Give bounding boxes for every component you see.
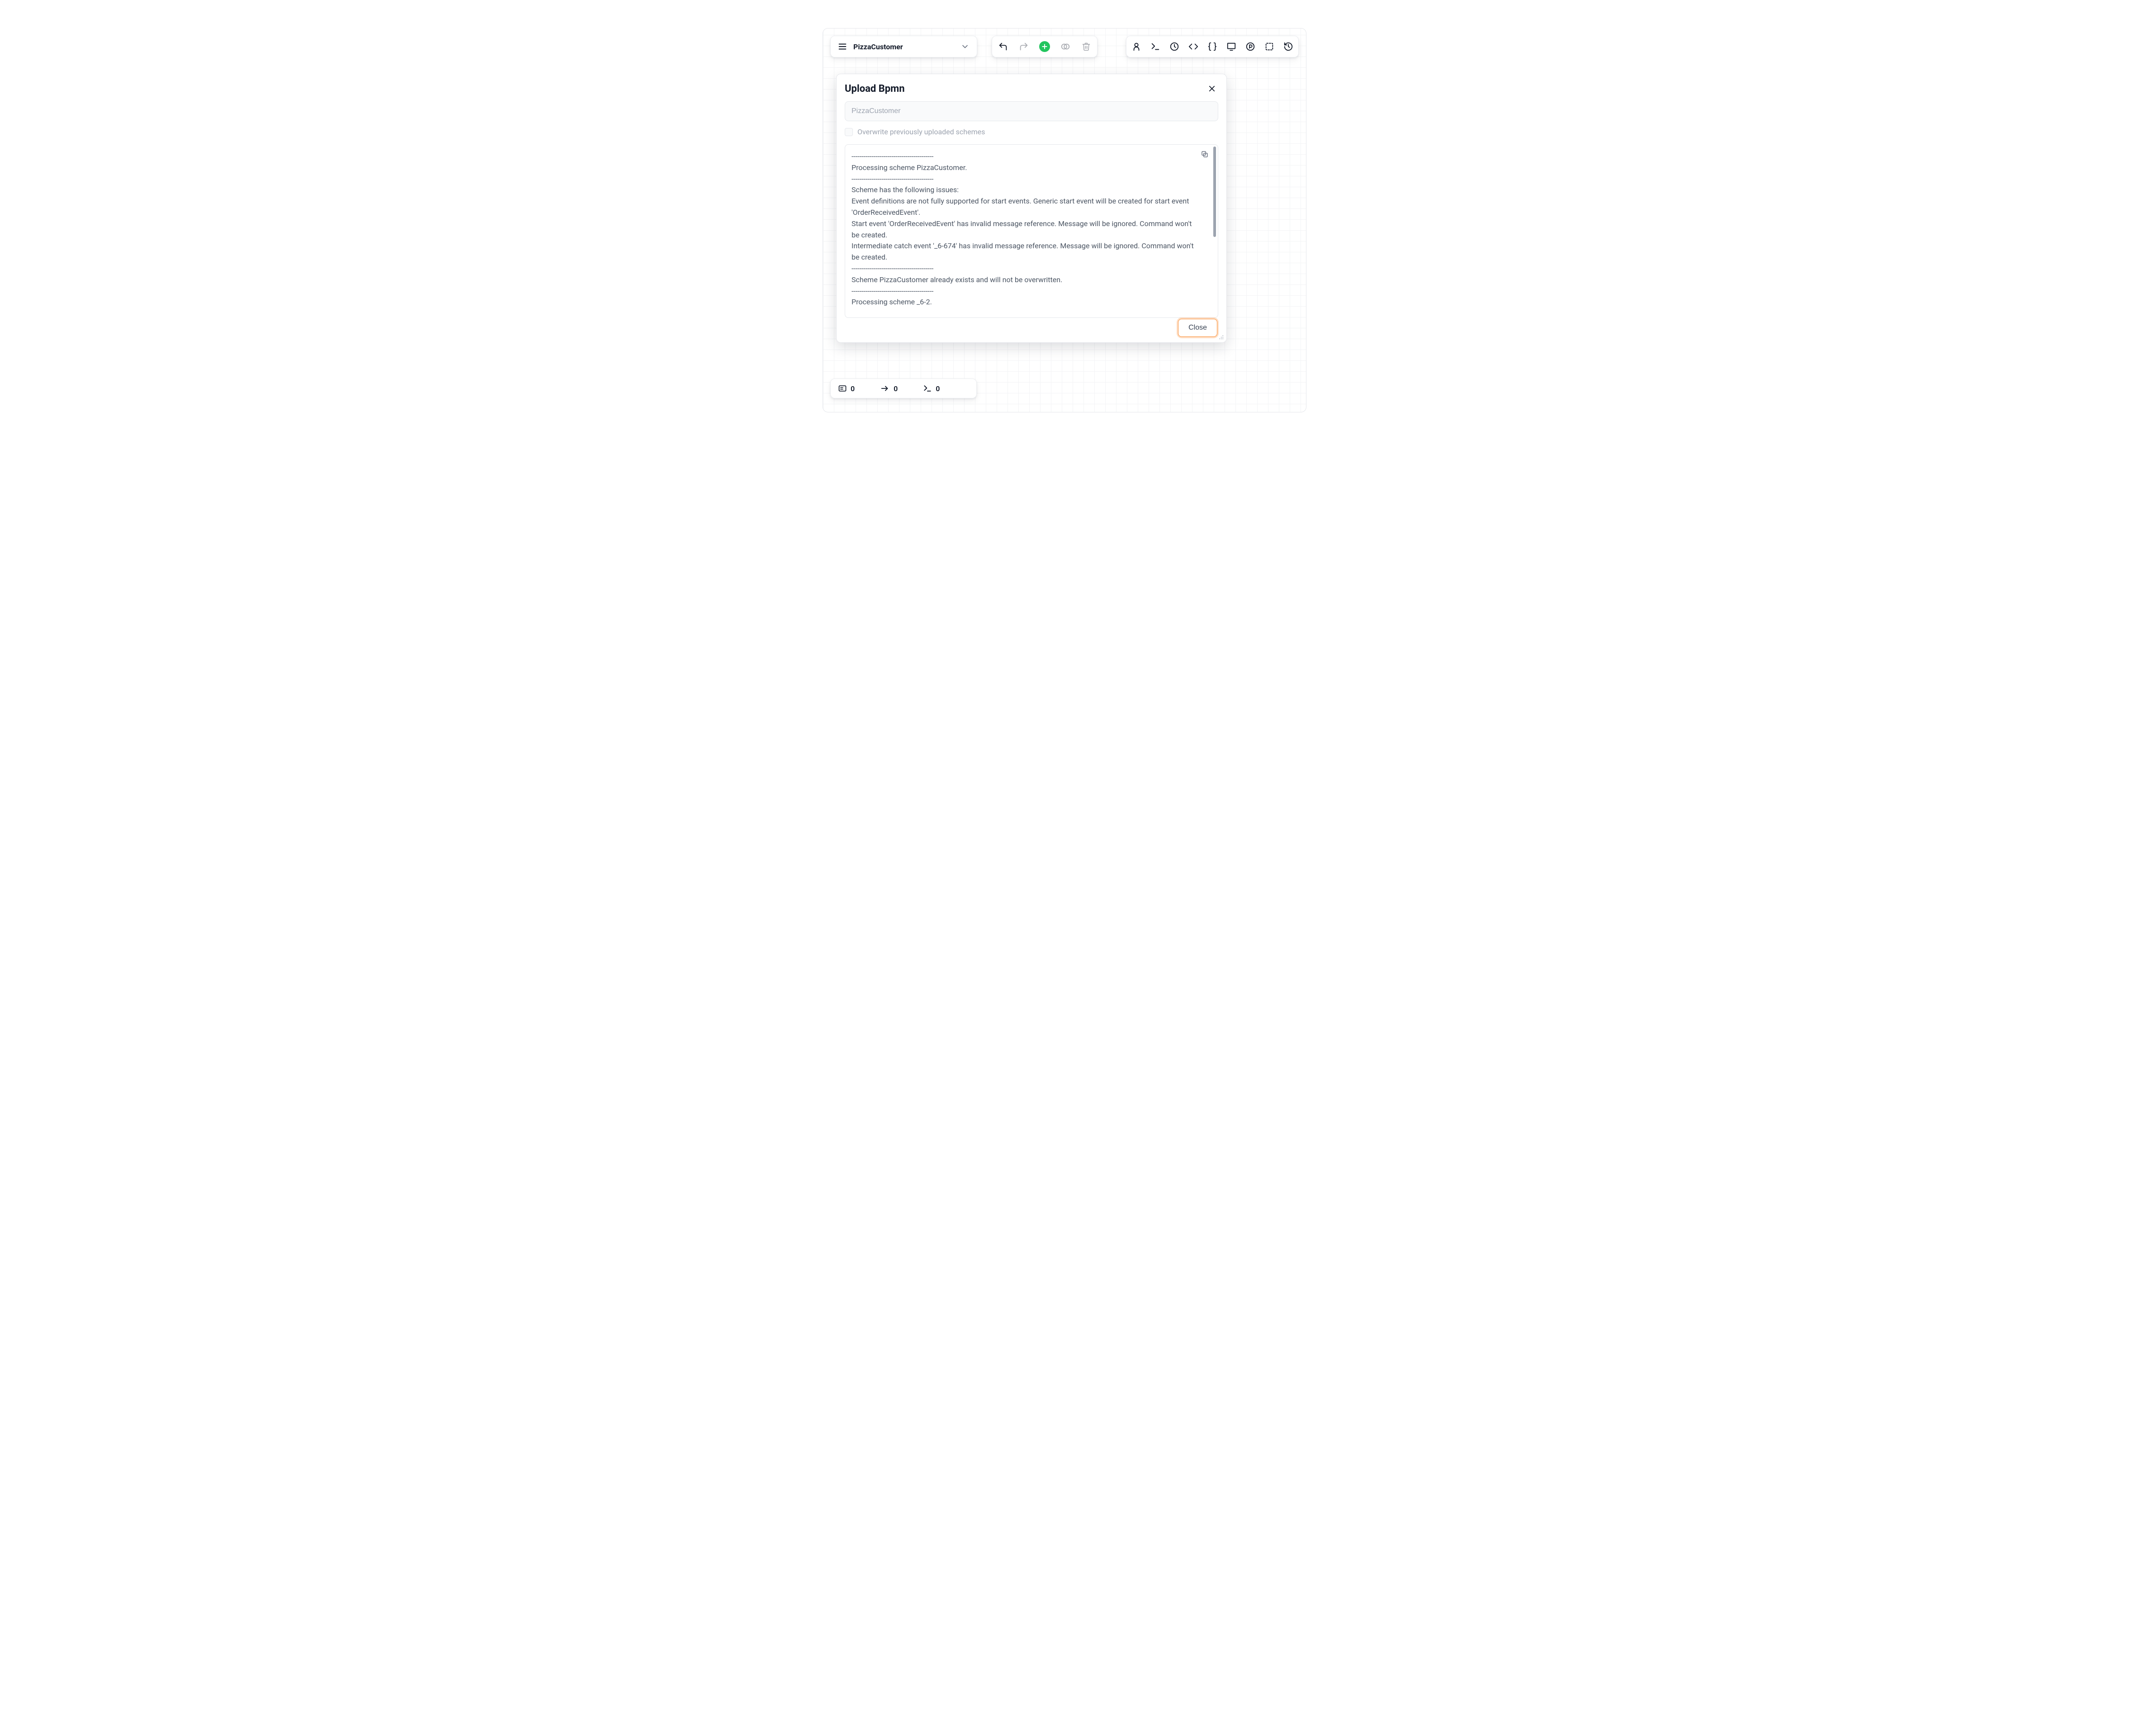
upload-log: ----------------------------------------… [845, 144, 1218, 318]
code-icon[interactable] [1188, 41, 1199, 52]
overwrite-row: Overwrite previously uploaded schemes [845, 128, 1218, 136]
arrow-right-icon [880, 383, 890, 393]
record-icon[interactable] [1060, 41, 1071, 52]
view-actions [1126, 36, 1299, 57]
redo-icon[interactable] [1018, 41, 1029, 52]
overwrite-checkbox[interactable] [845, 128, 853, 136]
form-icon [838, 384, 847, 393]
parking-icon[interactable] [1245, 41, 1256, 52]
clock-icon[interactable] [1169, 41, 1180, 52]
topbar: PizzaCustomer [830, 36, 1299, 57]
presentation-icon[interactable] [1226, 41, 1237, 52]
undo-icon[interactable] [998, 41, 1008, 52]
overwrite-label: Overwrite previously uploaded schemes [857, 128, 985, 136]
selection-icon[interactable] [1264, 41, 1275, 52]
prompt-icon [923, 384, 932, 393]
copy-icon[interactable] [1201, 150, 1209, 158]
stat-commands-value: 0 [936, 384, 940, 393]
braces-icon[interactable] [1207, 41, 1218, 52]
scheme-selector[interactable]: PizzaCustomer [830, 36, 977, 57]
stat-transitions[interactable]: 0 [880, 383, 898, 393]
chevron-down-icon[interactable] [960, 41, 970, 52]
stat-commands[interactable]: 0 [923, 384, 940, 393]
app-frame: PizzaCustomer [823, 28, 1306, 412]
terminal-icon[interactable] [1150, 41, 1161, 52]
modal-title: Upload Bpmn [845, 83, 905, 95]
resize-handle-icon[interactable] [1217, 333, 1224, 340]
scheme-name-input[interactable] [845, 101, 1218, 121]
scheme-selector-left: PizzaCustomer [837, 41, 903, 52]
history-icon[interactable] [1283, 41, 1294, 52]
trash-icon[interactable] [1081, 41, 1092, 52]
close-icon[interactable] [1206, 82, 1218, 95]
status-bar: 0 0 0 [830, 378, 977, 398]
stat-forms[interactable]: 0 [838, 384, 855, 393]
user-icon[interactable] [1131, 41, 1142, 52]
modal-header: Upload Bpmn [845, 82, 1218, 95]
scheme-name: PizzaCustomer [853, 43, 903, 51]
stat-transitions-value: 0 [894, 384, 898, 393]
upload-log-text[interactable]: ----------------------------------------… [845, 145, 1218, 317]
log-scrollbar[interactable] [1213, 147, 1216, 237]
stat-forms-value: 0 [851, 384, 855, 393]
edit-actions [992, 36, 1098, 57]
menu-icon[interactable] [837, 41, 848, 52]
add-icon[interactable] [1039, 41, 1050, 52]
upload-bpmn-modal: Upload Bpmn Overwrite previously uploade… [836, 74, 1227, 343]
close-button[interactable]: Close [1178, 319, 1217, 337]
